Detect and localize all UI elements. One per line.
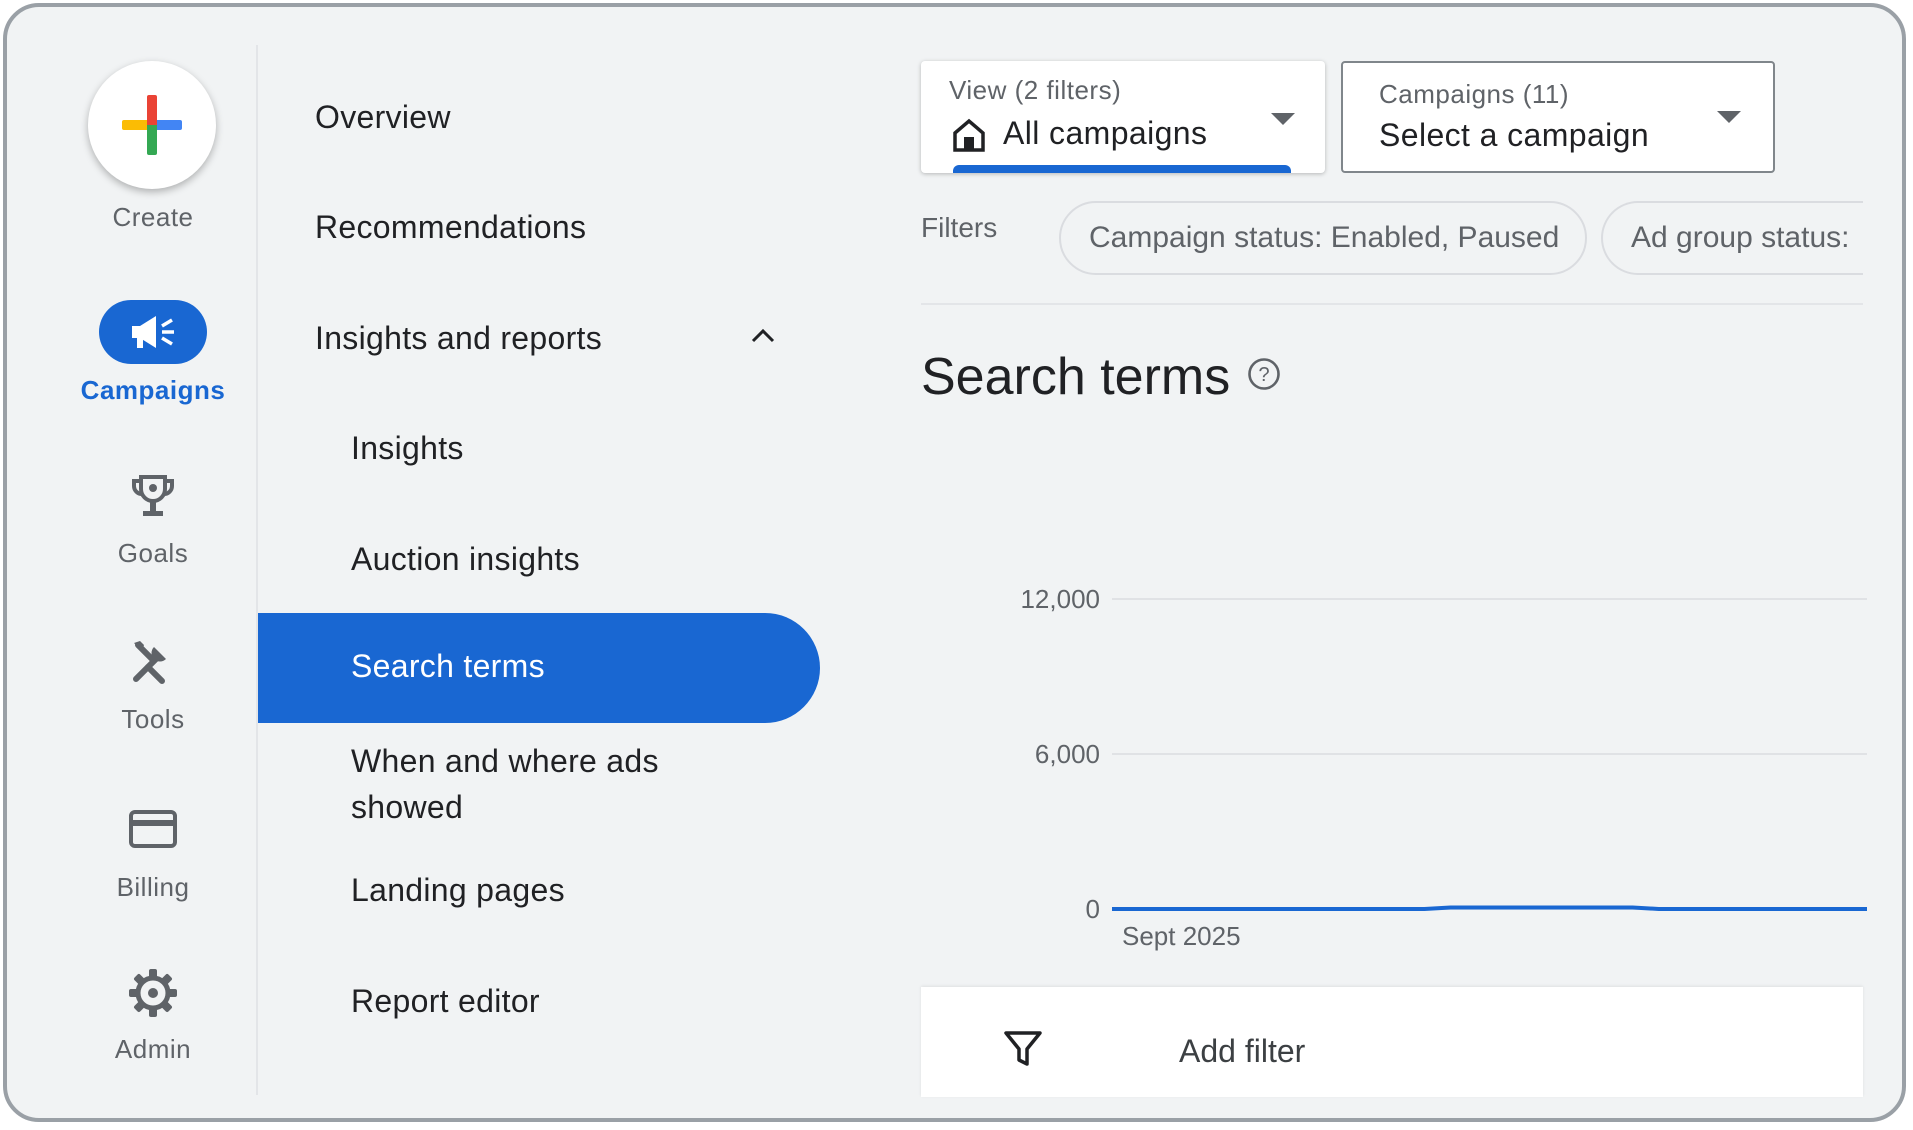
navigation-rail: Create Campaigns Goals Tools Billing Adm… [7,7,253,1118]
nav-insights-and-reports[interactable]: Insights and reports [315,320,602,357]
app-frame: Create Campaigns Goals Tools Billing Adm… [3,3,1906,1122]
add-filter-button[interactable]: Add filter [1179,1033,1305,1070]
y-tick-label: 6,000 [1035,739,1100,769]
view-selector[interactable]: View (2 filters) All campaigns [921,61,1325,173]
nav-landing-pages[interactable]: Landing pages [351,872,565,909]
y-tick-label: 12,000 [1020,584,1100,614]
dropdown-arrow-icon [1271,113,1295,125]
nav-report-editor[interactable]: Report editor [351,983,540,1020]
campaigns-active-pill [99,300,207,364]
chart-series-line [1112,905,1867,911]
nav-overview[interactable]: Overview [315,99,451,136]
y-tick-label: 0 [1086,894,1100,924]
rail-divider [256,45,258,1095]
filter-icon [1004,1031,1042,1066]
help-icon[interactable]: ? [1247,357,1281,391]
filters-label: Filters [921,212,998,243]
create-button[interactable] [88,61,216,189]
search-terms-chart: 12,000 6,000 0 Sept 2025 [1020,584,1867,951]
filters-divider [921,303,1863,305]
view-selector-value: All campaigns [1003,115,1208,151]
trophy-icon [132,475,174,516]
nav-when-and-where-line2: showed [351,789,464,825]
campaign-selector-label: Campaigns (11) [1379,79,1570,109]
filter-chip-ad-group-status[interactable]: Ad group status: [1601,201,1863,275]
svg-text:?: ? [1258,364,1269,386]
nav-when-and-where-line1: When and where ads [351,743,659,779]
nav-recommendations[interactable]: Recommendations [315,209,586,246]
tools-icon [133,641,166,684]
nav-auction-insights[interactable]: Auction insights [351,541,580,578]
dropdown-arrow-icon [1717,111,1741,123]
campaign-selector-value: Select a campaign [1379,117,1650,153]
nav-when-and-where[interactable]: When and where ads showed [351,738,659,830]
add-filter-bar: Add filter [921,987,1863,1097]
view-selector-underline [953,165,1291,173]
page-title: Search terms [921,348,1231,406]
chevron-up-icon[interactable] [749,322,777,350]
nav-insights[interactable]: Insights [351,430,464,467]
nav-search-terms-label: Search terms [351,648,545,684]
plus-icon-vertical [147,95,157,155]
view-selector-label: View (2 filters) [949,75,1122,105]
gear-icon [129,969,177,1017]
home-icon [953,118,985,152]
megaphone-icon [132,316,174,348]
x-tick-label: Sept 2025 [1122,921,1241,951]
filter-chip-campaign-status[interactable]: Campaign status: Enabled, Paused [1059,201,1587,275]
campaign-selector[interactable]: Campaigns (11) Select a campaign [1341,61,1775,173]
credit-card-icon [129,810,177,848]
